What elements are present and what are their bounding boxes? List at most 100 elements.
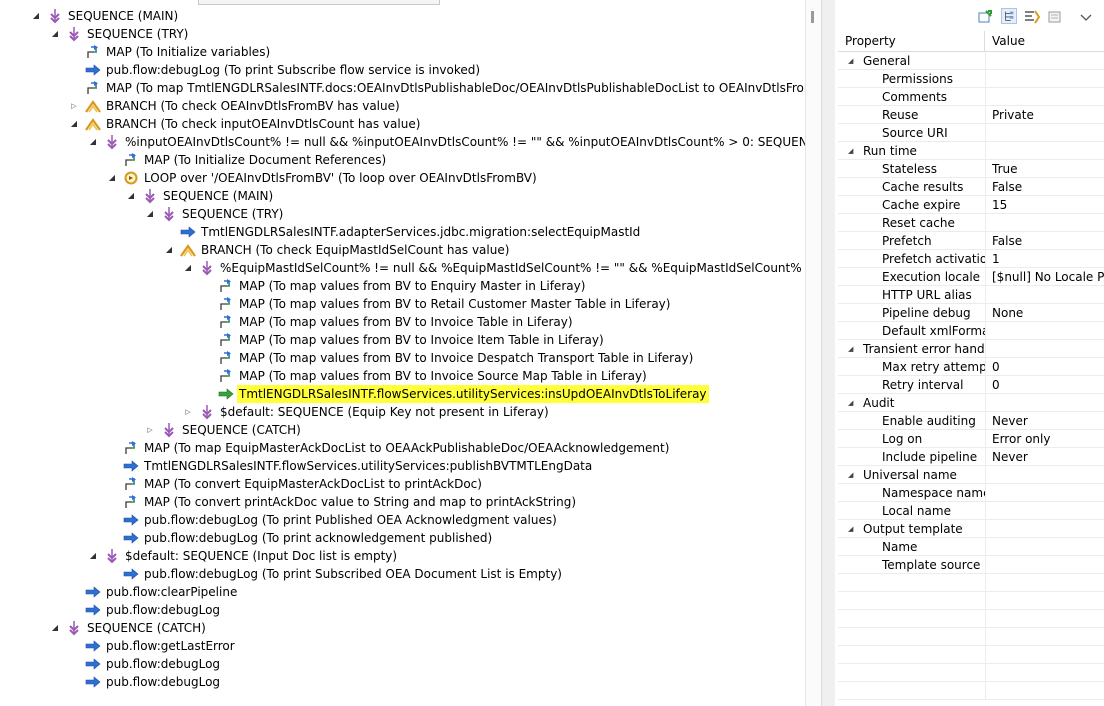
property-column-header[interactable]: Property [838, 31, 985, 51]
property-value[interactable] [992, 484, 1104, 501]
expand-toggle-icon[interactable]: ◢ [183, 259, 193, 277]
property-row[interactable]: Template source [838, 556, 1104, 574]
property-row[interactable]: HTTP URL alias [838, 286, 1104, 304]
property-key-cell: Execution locale [838, 268, 986, 285]
category-expand-icon[interactable]: ◢ [848, 340, 853, 357]
empty-property-row [838, 682, 1104, 700]
property-name: Include pipeline [882, 450, 978, 464]
property-row[interactable]: Name [838, 538, 1104, 556]
property-row[interactable]: Cache results False [838, 178, 1104, 196]
property-value[interactable]: 0 [992, 358, 1104, 375]
category-expand-icon[interactable]: ◢ [848, 52, 853, 69]
property-category-row[interactable]: ◢ Audit [838, 394, 1104, 412]
property-category-row[interactable]: ◢ General [838, 52, 1104, 70]
sequence-icon [199, 404, 215, 420]
collapse-toggle-icon[interactable]: ▷ [145, 421, 155, 439]
property-row[interactable]: Log on Error only [838, 430, 1104, 448]
property-value[interactable]: True [992, 160, 1104, 177]
property-value[interactable]: [$null] No Locale Pe [992, 268, 1104, 285]
pin-icon[interactable] [977, 9, 993, 25]
category-expand-icon[interactable]: ◢ [848, 520, 853, 537]
category-expand-icon[interactable]: ◢ [848, 394, 853, 411]
property-value[interactable] [992, 556, 1104, 573]
property-row[interactable]: Cache expire 15 [838, 196, 1104, 214]
restore-default-icon[interactable] [1047, 9, 1063, 25]
expand-toggle-icon[interactable]: ◢ [164, 241, 174, 259]
property-row[interactable]: Comments [838, 88, 1104, 106]
property-row[interactable]: Prefetch activation 1 [838, 250, 1104, 268]
property-row[interactable]: Stateless True [838, 160, 1104, 178]
expand-toggle-icon[interactable]: ◢ [88, 547, 98, 565]
tree-node-label: BRANCH (To check OEAInvDtlsFromBV has va… [106, 99, 400, 113]
property-value[interactable] [992, 88, 1104, 105]
map-icon [123, 476, 139, 492]
category-expand-icon[interactable]: ◢ [848, 142, 853, 159]
property-value[interactable]: 1 [992, 250, 1104, 267]
property-key-cell: Name [838, 538, 986, 555]
tree-vertical-scrollbar[interactable] [805, 0, 821, 706]
expand-toggle-icon[interactable]: ◢ [31, 7, 41, 25]
property-name: Execution locale [882, 270, 981, 284]
map-icon [85, 80, 101, 96]
property-key-cell [838, 628, 986, 645]
property-value[interactable] [992, 286, 1104, 303]
property-value[interactable]: Error only [992, 430, 1104, 447]
scroll-up-arrow-icon[interactable] [809, 11, 817, 23]
property-value[interactable]: False [992, 178, 1104, 195]
collapse-toggle-icon[interactable]: ▷ [183, 403, 193, 421]
property-value[interactable]: Private [992, 106, 1104, 123]
property-category-row[interactable]: ◢ Universal name [838, 466, 1104, 484]
property-value[interactable] [992, 502, 1104, 519]
property-category-row[interactable]: ◢ Run time [838, 142, 1104, 160]
property-key-cell: ◢ Run time [838, 142, 986, 159]
property-row[interactable]: Retry interval 0 [838, 376, 1104, 394]
property-row[interactable]: Default xmlFormat [838, 322, 1104, 340]
tree-node-label: pub.flow:debugLog (To print Published OE… [144, 513, 557, 527]
property-value[interactable] [992, 70, 1104, 87]
property-value[interactable] [992, 214, 1104, 231]
property-value[interactable] [992, 124, 1104, 141]
expand-toggle-icon[interactable]: ◢ [88, 133, 98, 151]
property-row[interactable]: Source URI [838, 124, 1104, 142]
invoke-arrow-icon [123, 566, 139, 582]
property-row[interactable]: Include pipeline Never [838, 448, 1104, 466]
pane-splitter[interactable] [821, 0, 836, 706]
tree-node-label: MAP (To map values from BV to Invoice So… [239, 369, 647, 383]
property-row[interactable]: Enable auditing Never [838, 412, 1104, 430]
property-value[interactable] [992, 322, 1104, 339]
property-row[interactable]: Reset cache [838, 214, 1104, 232]
property-category-row[interactable]: ◢ Transient error handling [838, 340, 1104, 358]
property-row[interactable]: Pipeline debug None [838, 304, 1104, 322]
view-menu-icon[interactable] [1078, 9, 1094, 25]
property-value[interactable]: 0 [992, 376, 1104, 393]
expand-toggle-icon[interactable]: ◢ [50, 25, 60, 43]
property-value[interactable]: None [992, 304, 1104, 321]
property-name: Prefetch activation [882, 252, 986, 266]
expand-toggle-icon[interactable]: ◢ [50, 619, 60, 637]
property-row[interactable]: Namespace name [838, 484, 1104, 502]
expand-toggle-icon[interactable]: ◢ [126, 187, 136, 205]
filter-advanced-icon[interactable] [1024, 9, 1040, 25]
tree-node-label: MAP (To convert EquipMasterAckDocList to… [144, 477, 482, 491]
property-value[interactable] [992, 538, 1104, 555]
expand-toggle-icon[interactable]: ◢ [69, 115, 79, 133]
category-expand-icon[interactable]: ◢ [848, 466, 853, 483]
categories-icon[interactable] [1001, 8, 1017, 24]
property-value[interactable]: 15 [992, 196, 1104, 213]
property-row[interactable]: Prefetch False [838, 232, 1104, 250]
expand-toggle-icon[interactable]: ◢ [145, 205, 155, 223]
empty-property-row [838, 664, 1104, 682]
property-row[interactable]: Max retry attempts 0 [838, 358, 1104, 376]
property-row[interactable]: Execution locale [$null] No Locale Pe [838, 268, 1104, 286]
property-row[interactable]: Permissions [838, 70, 1104, 88]
property-value[interactable]: Never [992, 412, 1104, 429]
expand-toggle-icon[interactable]: ◢ [107, 169, 117, 187]
property-row[interactable]: Reuse Private [838, 106, 1104, 124]
collapse-toggle-icon[interactable]: ▷ [69, 97, 79, 115]
value-column-header[interactable]: Value [985, 31, 1104, 51]
property-value[interactable]: Never [992, 448, 1104, 465]
property-name: Log on [882, 432, 923, 446]
property-category-row[interactable]: ◢ Output template [838, 520, 1104, 538]
property-value[interactable]: False [992, 232, 1104, 249]
property-row[interactable]: Local name [838, 502, 1104, 520]
